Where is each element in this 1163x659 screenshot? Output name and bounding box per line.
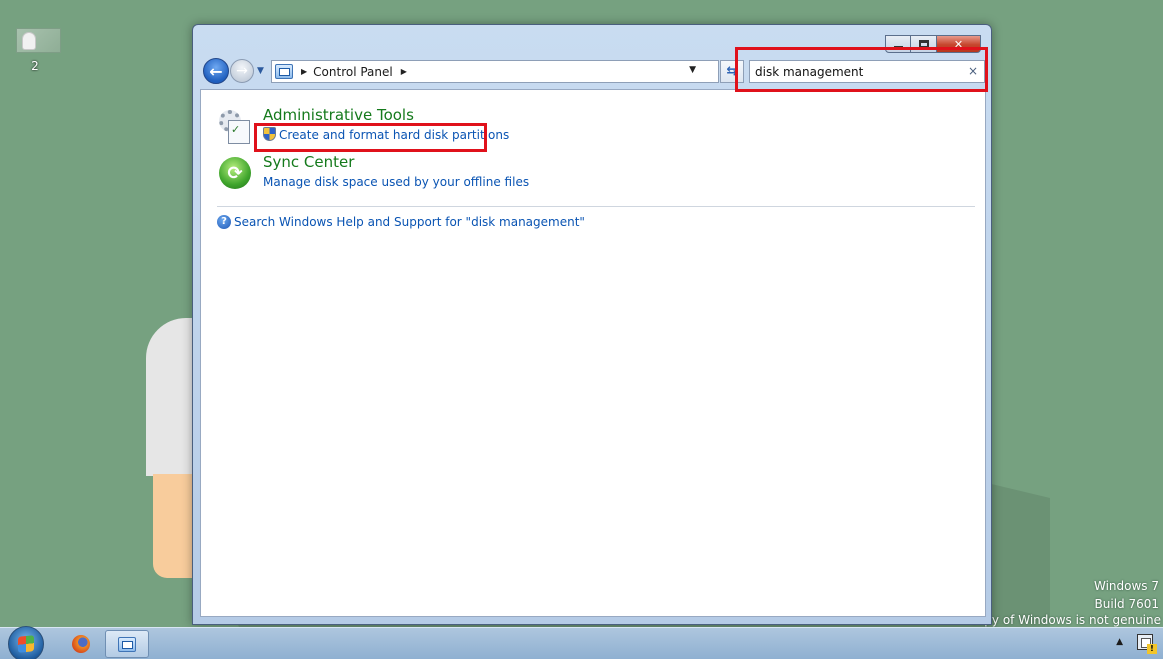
taskbar: ▲ bbox=[0, 626, 1163, 659]
help-search-label: Search Windows Help and Support for "dis… bbox=[234, 215, 585, 229]
watermark-genuine: copy of Windows is not genuine bbox=[970, 613, 1161, 627]
watermark-build: Build 7601 bbox=[1094, 597, 1159, 611]
help-search-link[interactable]: ? Search Windows Help and Support for "d… bbox=[217, 215, 585, 229]
firefox-icon bbox=[72, 635, 90, 653]
result-title[interactable]: Sync Center bbox=[263, 153, 354, 171]
highlight-box-search bbox=[735, 47, 988, 92]
taskbar-firefox[interactable] bbox=[60, 630, 102, 658]
breadcrumb-separator-icon[interactable]: ▶ bbox=[401, 67, 407, 76]
user-file-icon bbox=[15, 28, 61, 53]
desktop-icon-label: 2 bbox=[31, 59, 39, 73]
desktop-icon[interactable]: 2 bbox=[15, 28, 61, 76]
help-icon: ? bbox=[217, 215, 231, 229]
result-title[interactable]: Administrative Tools bbox=[263, 106, 414, 124]
start-button[interactable] bbox=[8, 626, 44, 659]
result-link-offline-files[interactable]: Manage disk space used by your offline f… bbox=[263, 175, 529, 189]
chevron-down-icon: ▼ bbox=[257, 66, 264, 76]
system-tray: ▲ bbox=[1116, 634, 1157, 654]
recent-pages-button[interactable]: ▼ bbox=[257, 66, 267, 76]
windows-logo-icon bbox=[18, 635, 34, 653]
address-dropdown-icon[interactable]: ▼ bbox=[689, 65, 696, 75]
divider bbox=[217, 206, 975, 207]
highlight-box-link bbox=[254, 123, 487, 152]
address-bar[interactable]: ▶ Control Panel ▶ ▼ bbox=[271, 60, 719, 83]
sync-center-icon[interactable]: ⟳ bbox=[219, 157, 253, 191]
arrow-right-icon: → bbox=[236, 63, 248, 79]
arrow-left-icon: ← bbox=[209, 61, 223, 81]
show-hidden-icons-button[interactable]: ▲ bbox=[1116, 637, 1123, 647]
breadcrumb-control-panel[interactable]: Control Panel bbox=[313, 65, 393, 79]
watermark-os: Windows 7 bbox=[1093, 579, 1159, 593]
control-panel-icon bbox=[275, 64, 293, 79]
network-warning-icon[interactable] bbox=[1137, 634, 1157, 654]
breadcrumb-separator-icon[interactable]: ▶ bbox=[301, 67, 307, 76]
control-panel-window: ✕ ← → ▼ ▶ Control Panel ▶ ▼ ⇆ × Administ… bbox=[192, 24, 992, 625]
search-results-pane: Administrative Tools Create and format h… bbox=[200, 89, 986, 617]
forward-button[interactable]: → bbox=[230, 59, 254, 83]
control-panel-icon bbox=[118, 636, 136, 652]
admin-tools-icon[interactable] bbox=[219, 110, 253, 144]
taskbar-control-panel[interactable] bbox=[105, 630, 149, 658]
back-button[interactable]: ← bbox=[203, 58, 229, 84]
